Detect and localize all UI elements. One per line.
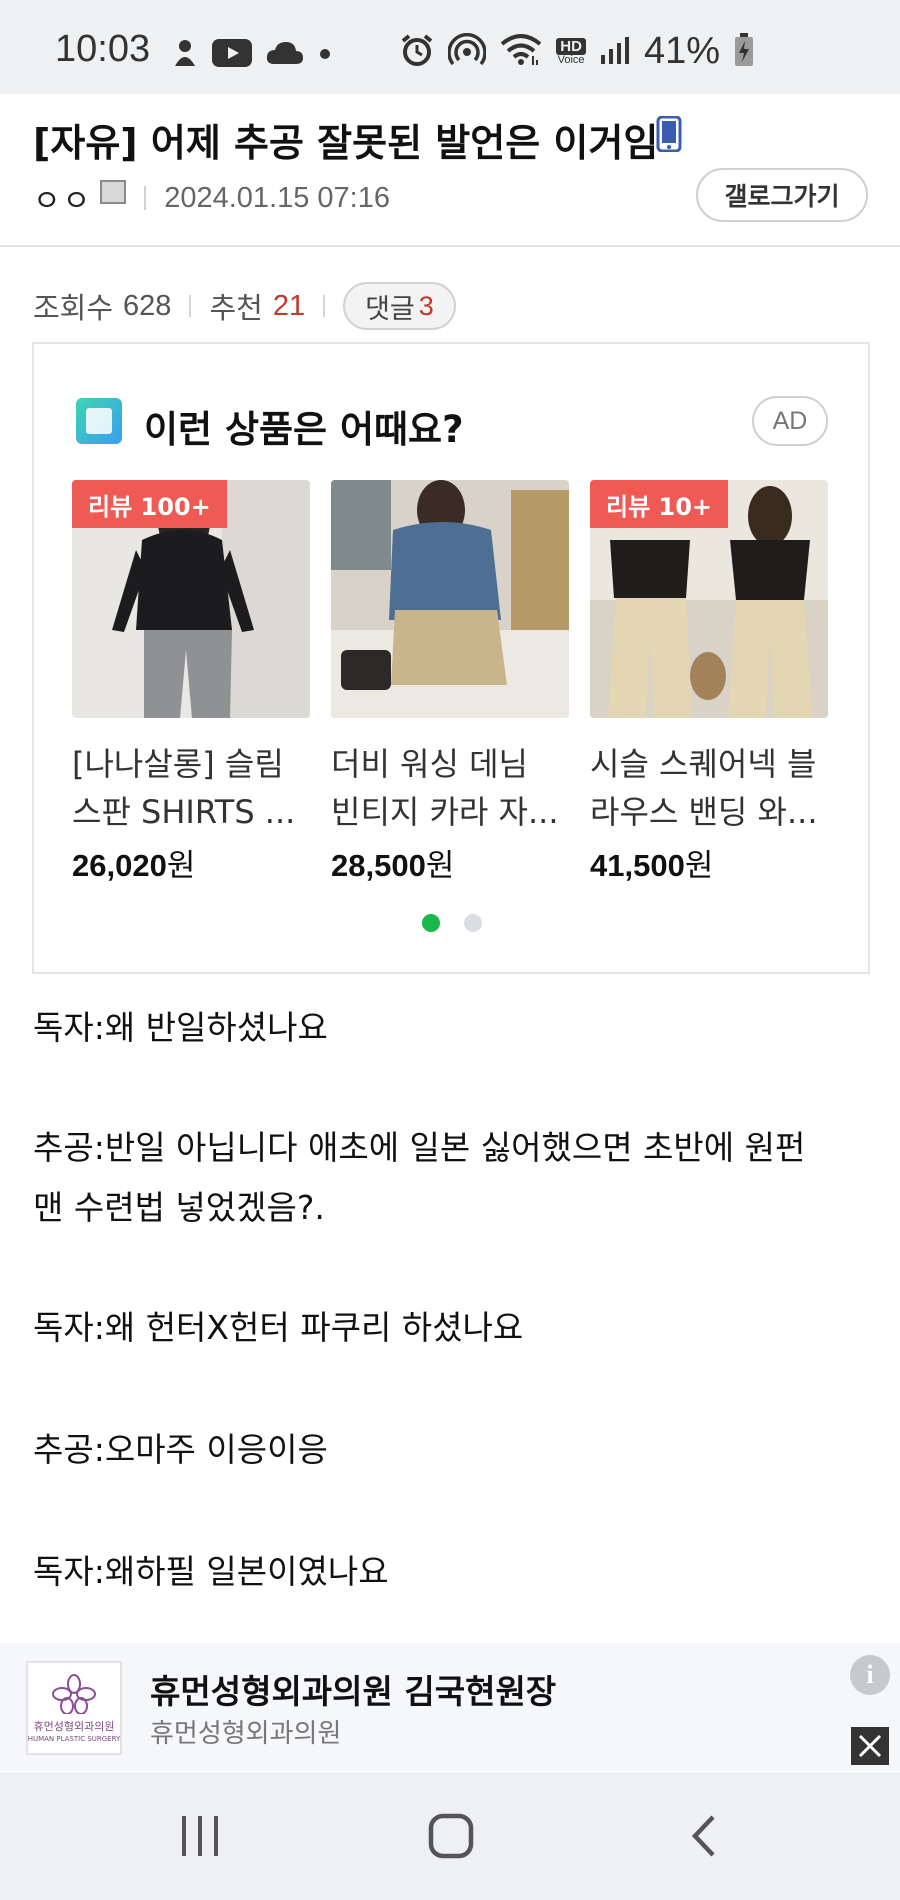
gallog-badge-icon [100,180,127,204]
post-content: 독자:왜 반일하셨나요 추공:반일 아닙니다 애초에 일본 싫어했으면 초반에 … [33,998,873,1602]
bottom-banner-ad[interactable]: 휴먼성형외과의원 HUMAN PLASTIC SURGERY 휴먼성형외과의원 … [0,1643,900,1771]
product-name: 시슬 스퀘어넥 블 라우스 밴딩 와... [590,740,828,836]
product-card[interactable]: 리뷰 10+ 시슬 스퀘어넥 블 라우스 밴딩 와... 41,500원 [590,480,828,885]
recents-icon [182,1816,218,1856]
post-title: [자유] 어제 추공 잘못된 발언은 이거임 [33,121,659,165]
back-icon [691,1815,715,1857]
product-image[interactable]: 리뷰 10+ [590,480,828,718]
comments-button[interactable]: 댓글 3 [343,282,456,330]
product-name-line: [나나살롱] 슬림 [72,745,284,783]
views-count: 628 [123,289,172,322]
content-blank-line [33,1238,873,1298]
review-tag: 리뷰 10+ [590,480,729,528]
carousel-dot[interactable] [464,914,482,932]
hd-voice-icon: HD Voice [556,37,586,66]
price-value: 26,020 [72,848,167,883]
product-price: 41,500원 [590,840,828,885]
content-blank-line [33,1482,873,1542]
info-icon[interactable]: i [850,1655,890,1695]
shopping-bag-icon [76,398,122,444]
author-name[interactable]: ㅇㅇ [33,176,92,220]
logo-subtext: HUMAN PLASTIC SURGERY [27,1734,121,1743]
product-name-line: 라우스 밴딩 와... [590,793,818,831]
signal-icon [600,35,630,69]
comments-label: 댓글 [365,293,415,325]
price-currency: 원 [166,848,196,884]
content-line: 맨 수련법 넣었겠음?. [33,1188,325,1227]
status-bar: 10:03 HD Voice 41% [0,0,900,94]
content-line: 추공:반일 아닙니다 애초에 일본 싫어했으면 초반에 원펀 [33,1128,806,1167]
product-card[interactable]: 더비 워싱 데님 빈티지 카라 자... 28,500원 [331,480,569,885]
product-name-line: 더비 워싱 데님 [331,745,528,783]
product-name: 더비 워싱 데님 빈티지 카라 자... [331,740,569,836]
status-left-icons [172,38,332,72]
home-button[interactable] [381,1772,521,1900]
status-time: 10:03 [55,28,151,70]
wifi-icon [500,33,542,70]
price-value: 28,500 [331,848,426,883]
home-icon [428,1813,474,1859]
voice-label: Voice [557,53,585,66]
content-line: 추공:오마주 이응이응 [33,1430,328,1469]
meta-divider [144,186,147,210]
carousel-pagination [422,914,482,932]
clinic-logo[interactable]: 휴먼성형외과의원 HUMAN PLASTIC SURGERY [26,1661,122,1755]
content-blank-line [33,1058,873,1118]
person-notification-icon [172,38,198,72]
product-price: 28,500원 [331,840,569,885]
product-card[interactable]: 리뷰 100+ [나나살롱] 슬림 스판 SHIRTS ... 26,020원 [72,480,310,885]
recommend-count: 21 [272,289,306,322]
youtube-icon [212,39,252,71]
battery-percent: 41% [643,30,720,72]
content-blank-line [33,1360,873,1420]
recommend-label: 추천 [209,291,263,325]
review-tag: 리뷰 100+ [72,480,227,528]
status-right-icons: HD Voice 41% [400,30,754,73]
flower-logo-icon [52,1673,96,1714]
price-currency: 원 [684,848,714,884]
dot-icon [318,46,332,65]
back-button[interactable] [634,1772,774,1900]
product-name: [나나살롱] 슬림 스판 SHIRTS ... [72,740,310,836]
post-date: 2024.01.15 07:16 [164,181,390,214]
product-name-line: 빈티지 카라 자... [331,793,559,831]
content-line: 독자:왜하필 일본이였나요 [33,1552,389,1591]
cloud-icon [266,40,304,70]
product-image[interactable]: 리뷰 100+ [72,480,310,718]
comments-count: 3 [418,290,434,321]
ad-subtitle: 휴먼성형외과의원 [150,1719,342,1749]
post-meta: ㅇㅇ 2024.01.15 07:16 [33,176,390,220]
price-currency: 원 [425,848,455,884]
views-label: 조회수 [33,291,114,325]
product-ad-box: 이런 상품은 어때요? AD 리뷰 100+ [나나살롱] 슬림 스판 SHIR… [32,342,870,974]
carousel-dot-active[interactable] [422,914,440,932]
product-name-line: 시슬 스퀘어넥 블 [590,745,817,783]
ad-title[interactable]: 휴먼성형외과의원 김국현원장 [150,1665,556,1713]
stats-divider [323,295,326,317]
logo-text: 휴먼성형외과의원 [33,1719,115,1733]
content-line: 독자:왜 헌터X헌터 파쿠리 하셨나요 [33,1308,524,1347]
ad-heading: 이런 상품은 어때요? [144,408,464,451]
alarm-icon [400,33,434,71]
post-stats: 조회수 628 추천 21 댓글 3 [33,282,456,330]
mobile-phone-icon [656,115,682,156]
content-line: 독자:왜 반일하셨나요 [33,1008,328,1047]
gallog-button[interactable]: 갤로그가기 [696,168,868,222]
product-name-line: 스판 SHIRTS ... [72,793,296,831]
ad-badge[interactable]: AD [752,396,828,446]
battery-charging-icon [734,32,754,71]
system-nav-bar [0,1772,900,1900]
stats-divider [189,295,192,317]
product-image[interactable] [331,480,569,718]
product-price: 26,020원 [72,840,310,885]
price-value: 41,500 [590,848,685,883]
hotspot-icon [447,32,487,71]
close-icon[interactable] [851,1727,889,1765]
recents-button[interactable] [130,1772,270,1900]
header-divider [0,245,900,247]
hd-label: HD [556,37,586,55]
